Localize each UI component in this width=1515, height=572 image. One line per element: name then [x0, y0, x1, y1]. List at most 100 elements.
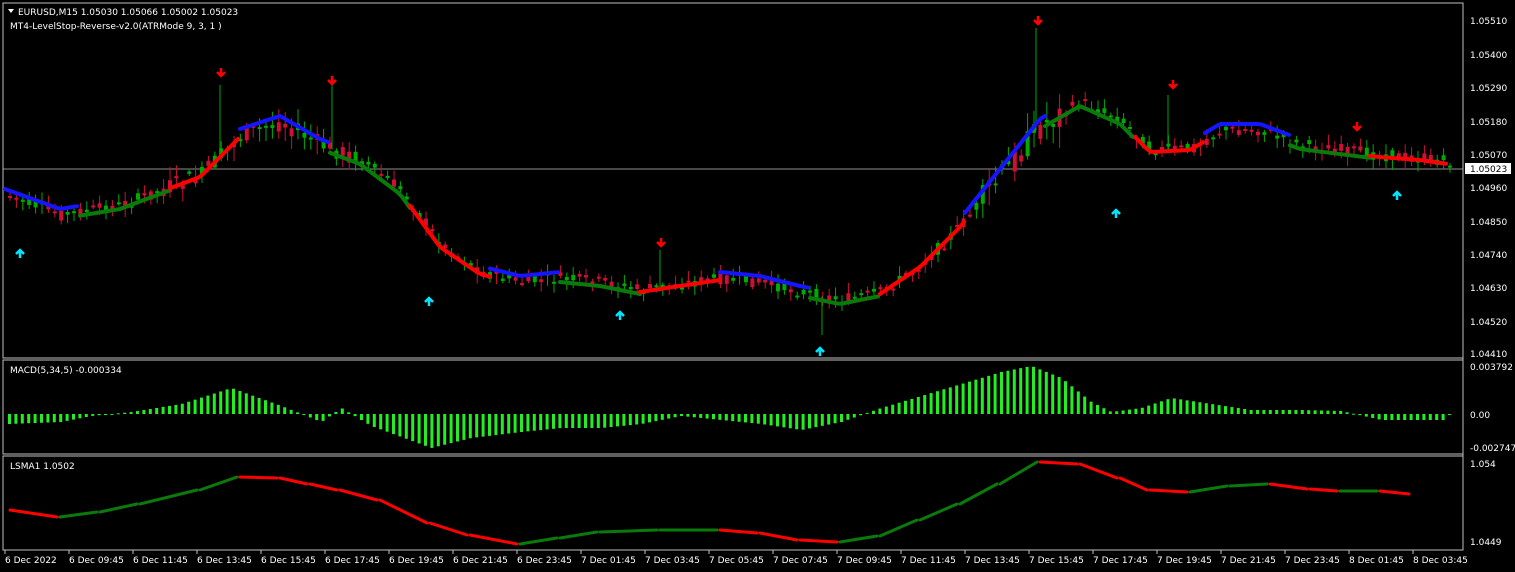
macd-bar [1179, 399, 1183, 414]
macd-bar [1307, 410, 1311, 414]
macd-bar [180, 403, 184, 414]
dropdown-triangle-icon[interactable] [8, 9, 14, 13]
time-label: 6 Dec 19:45 [389, 556, 444, 566]
macd-bar [1192, 401, 1195, 414]
macd-bar [1320, 410, 1323, 414]
stop-line-segment [1368, 153, 1448, 166]
macd-bar [1313, 410, 1317, 414]
macd-bar [1358, 414, 1362, 416]
macd-bar [360, 414, 363, 420]
macd-bar [692, 414, 696, 418]
macd-bar [148, 408, 152, 414]
candle-body [1358, 146, 1363, 151]
candle-body [968, 214, 972, 217]
macd-bar [1064, 381, 1067, 414]
lsma-segment [758, 531, 799, 542]
macd-bar [520, 414, 523, 432]
macd-bar [1390, 414, 1394, 420]
candle-body [72, 211, 76, 214]
candle-body [552, 281, 556, 284]
lsma-segment [308, 482, 339, 492]
macd-bar [1051, 374, 1055, 414]
macd-bar [686, 414, 690, 417]
candle-body [750, 278, 755, 288]
macd-bar [1025, 366, 1029, 414]
macd-bar [52, 414, 56, 423]
lsma-pane[interactable] [2, 455, 1464, 551]
time-label: 7 Dec 07:45 [773, 556, 828, 566]
macd-bar [820, 414, 824, 426]
trading-chart[interactable]: EURUSD,M15 1.05030 1.05066 1.05002 1.050… [0, 0, 1515, 572]
candle-body [366, 161, 371, 165]
main-pane[interactable] [2, 2, 1464, 359]
lsma-segment [998, 460, 1039, 486]
sell-arrow-icon [1033, 16, 1043, 26]
macd-bar [718, 414, 722, 420]
candle-body [654, 285, 659, 288]
sell-arrow-icon [327, 76, 337, 86]
macd-bar [564, 414, 568, 428]
macd-bar [1102, 408, 1106, 414]
macd-bar [795, 414, 799, 430]
sell-arrow-icon [656, 238, 666, 248]
macd-bar [974, 379, 978, 414]
macd-bar [558, 414, 562, 429]
macd-bar [1262, 410, 1266, 414]
candle-body [1448, 165, 1452, 168]
candle-body [622, 283, 627, 287]
candle-body [84, 209, 89, 213]
price-label: 1.04630 [1470, 284, 1507, 294]
candle-body [795, 295, 800, 298]
price-axis: 1.05510 1.05400 1.05290 1.05180 1.05070 … [1465, 17, 1511, 360]
stop-line-segment [808, 294, 880, 306]
current-price-label: 1.05023 [1470, 165, 1507, 175]
macd-bar [673, 414, 677, 418]
macd-bar [276, 404, 280, 414]
time-label: 7 Dec 01:45 [581, 556, 636, 566]
candle-body [1217, 133, 1222, 136]
macd-bar [468, 414, 472, 439]
macd-bar [1204, 403, 1208, 414]
stop-line-segment [408, 203, 492, 279]
candle-body [1236, 130, 1241, 135]
macd-bar [65, 414, 69, 421]
macd-bar [955, 385, 959, 414]
time-label: 6 Dec 21:45 [453, 556, 508, 566]
macd-bar [411, 414, 415, 442]
macd-bar [808, 414, 811, 429]
candle-body [14, 197, 19, 200]
macd-label: -0.002747 [1470, 444, 1515, 454]
stop-line-segment [963, 114, 1047, 215]
macd-bar [372, 414, 376, 428]
macd-bar [1256, 410, 1259, 414]
level-stop-line [3, 104, 1448, 306]
macd-bar [168, 405, 171, 414]
macd-bar [1076, 391, 1080, 414]
macd-bar [155, 407, 159, 414]
macd-bar [1140, 407, 1144, 414]
macd-bar [500, 414, 504, 435]
candle-body [1326, 145, 1331, 149]
candle-body [571, 274, 576, 281]
macd-bar [321, 414, 325, 421]
candle-body [993, 183, 998, 186]
macd-bar [315, 414, 319, 421]
lsma-label: 1.054 [1470, 460, 1496, 470]
macd-bar [884, 406, 888, 414]
stop-line-segment [328, 150, 412, 210]
macd-bar [859, 414, 863, 416]
candle-body [1070, 101, 1075, 106]
candle-body [187, 171, 192, 174]
lsma-segment [798, 538, 839, 544]
macd-bar [1128, 409, 1131, 414]
macd-bar [244, 393, 248, 414]
lsma-segment [1118, 476, 1149, 492]
macd-bar [1166, 399, 1170, 414]
macd-bar [507, 414, 511, 434]
candle-body [65, 212, 70, 215]
lsma-segment [838, 534, 879, 544]
sell-arrow-icon [1352, 122, 1362, 132]
macd-bar [897, 402, 901, 414]
macd-bar [129, 412, 133, 414]
candle-body [1249, 129, 1254, 132]
